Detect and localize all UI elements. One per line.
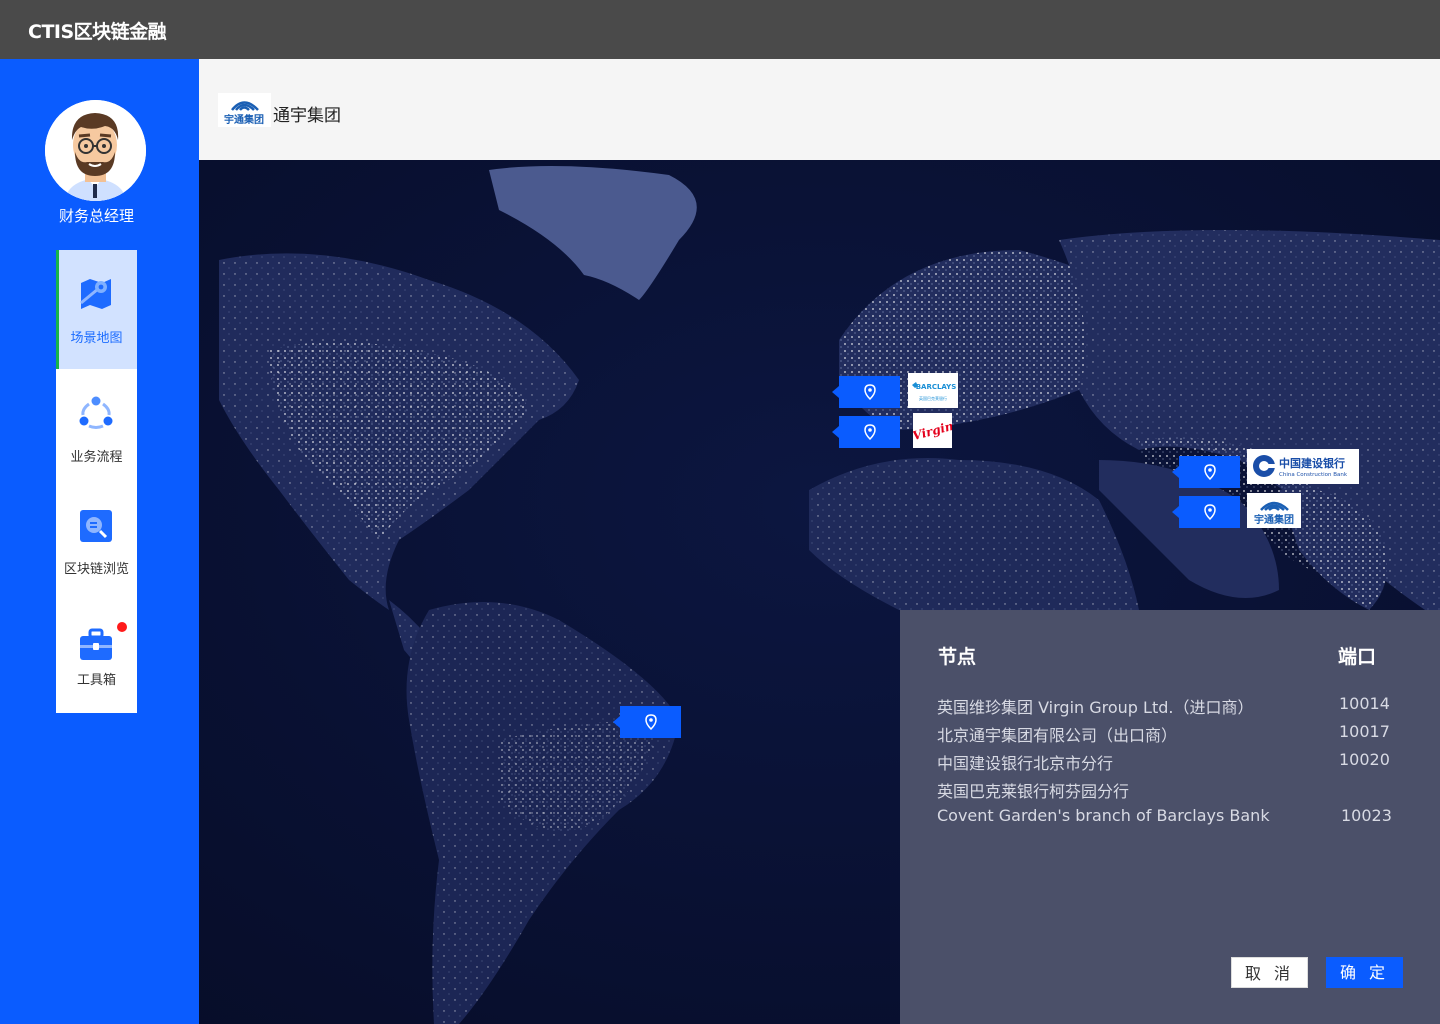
yutong-map-logo-text: 宇通集团 — [1254, 513, 1294, 526]
nav-item-label: 区块链浏览 — [63, 562, 129, 577]
toolbox-icon — [80, 628, 112, 660]
avatar-illustration — [45, 100, 146, 201]
location-pin-icon — [645, 714, 657, 730]
app-brand: CTIS区块链金融 — [28, 21, 167, 43]
nav-item-business-flow[interactable]: 业务流程 — [56, 369, 137, 488]
column-header-node: 节点 — [938, 646, 977, 668]
nav-menu: 场景地图 业务流程 区块链浏览 工具箱 — [56, 250, 137, 713]
nav-item-toolbox[interactable]: 工具箱 — [56, 607, 137, 726]
top-bar: CTIS区块链金融 — [0, 0, 1440, 59]
node-name: 北京通宇集团有限公司（出口商） — [937, 726, 1178, 745]
ccb-logo: 中国建设银行 China Construction Bank — [1247, 449, 1359, 484]
map-pin-virgin[interactable] — [832, 416, 900, 448]
node-name: Covent Garden's branch of Barclays Bank — [937, 806, 1270, 825]
location-pin-icon — [864, 424, 876, 440]
yutong-logo-icon: 宇通集团 — [1254, 501, 1294, 526]
node-name: 英国维珍集团 Virgin Group Ltd.（进口商） — [937, 698, 1254, 717]
virgin-logo: Virgin — [913, 413, 952, 448]
barclays-eagle-icon: BARCLAYS 英国巴克莱银行 — [912, 382, 957, 401]
node-name: 英国巴克莱银行柯芬园分行 — [937, 782, 1130, 801]
yutong-map-logo: 宇通集团 — [1247, 493, 1301, 528]
map-pin-ccb[interactable] — [1172, 456, 1240, 488]
flow-icon — [79, 396, 113, 429]
ccb-logo-mark: 中国建设银行 China Construction Bank — [1253, 455, 1348, 478]
confirm-button[interactable]: 确 定 — [1326, 957, 1403, 988]
barclays-logo-text: BARCLAYS — [916, 383, 957, 391]
page-header: 宇通集团 通宇集团 — [199, 59, 1440, 160]
location-pin-icon — [1204, 504, 1216, 520]
nav-item-scene-map[interactable]: 场景地图 — [56, 250, 137, 369]
map-pin-yutong[interactable] — [1172, 496, 1240, 528]
barclays-logo: BARCLAYS 英国巴克莱银行 — [908, 373, 958, 408]
sidebar: 财务总经理 场景地图 业务流程 区块链浏览 工具箱 — [0, 59, 199, 1024]
nav-item-label: 业务流程 — [70, 450, 123, 465]
node-port: 10017 — [1339, 722, 1390, 741]
browser-search-icon — [80, 510, 112, 542]
nav-item-blockchain-browser[interactable]: 区块链浏览 — [56, 488, 137, 607]
yutong-logo-icon: 宇通集团 — [224, 101, 264, 126]
nav-item-label: 场景地图 — [70, 331, 123, 346]
map-pin-brazil[interactable] — [613, 706, 681, 738]
location-pin-icon — [1204, 464, 1216, 480]
ccb-logo-subtext: China Construction Bank — [1279, 472, 1348, 478]
cancel-button[interactable]: 取 消 — [1231, 957, 1308, 988]
location-pin-icon — [864, 384, 876, 400]
column-header-port: 端口 — [1338, 646, 1377, 668]
node-port: 10014 — [1339, 694, 1390, 713]
node-port: 10020 — [1339, 750, 1390, 769]
node-port: 10023 — [1341, 806, 1392, 825]
company-name: 通宇集团 — [273, 106, 341, 126]
avatar[interactable] — [45, 100, 146, 201]
node-name: 中国建设银行北京市分行 — [937, 754, 1114, 773]
barclays-logo-subtext: 英国巴克莱银行 — [919, 395, 947, 401]
node-port-panel: 节点 端口 英国维珍集团 Virgin Group Ltd.（进口商） 1001… — [900, 610, 1440, 1024]
logo-text: 宇通集团 — [224, 113, 264, 126]
user-role: 财务总经理 — [58, 207, 134, 225]
ccb-logo-text: 中国建设银行 — [1279, 456, 1345, 470]
map-icon — [80, 279, 111, 309]
virgin-logo-mark: Virgin — [913, 419, 952, 443]
notification-dot — [117, 622, 127, 632]
company-logo: 宇通集团 — [218, 93, 271, 127]
map-pin-barclays[interactable] — [832, 376, 900, 408]
nav-item-label: 工具箱 — [76, 673, 116, 688]
virgin-logo-text: Virgin — [913, 419, 952, 443]
